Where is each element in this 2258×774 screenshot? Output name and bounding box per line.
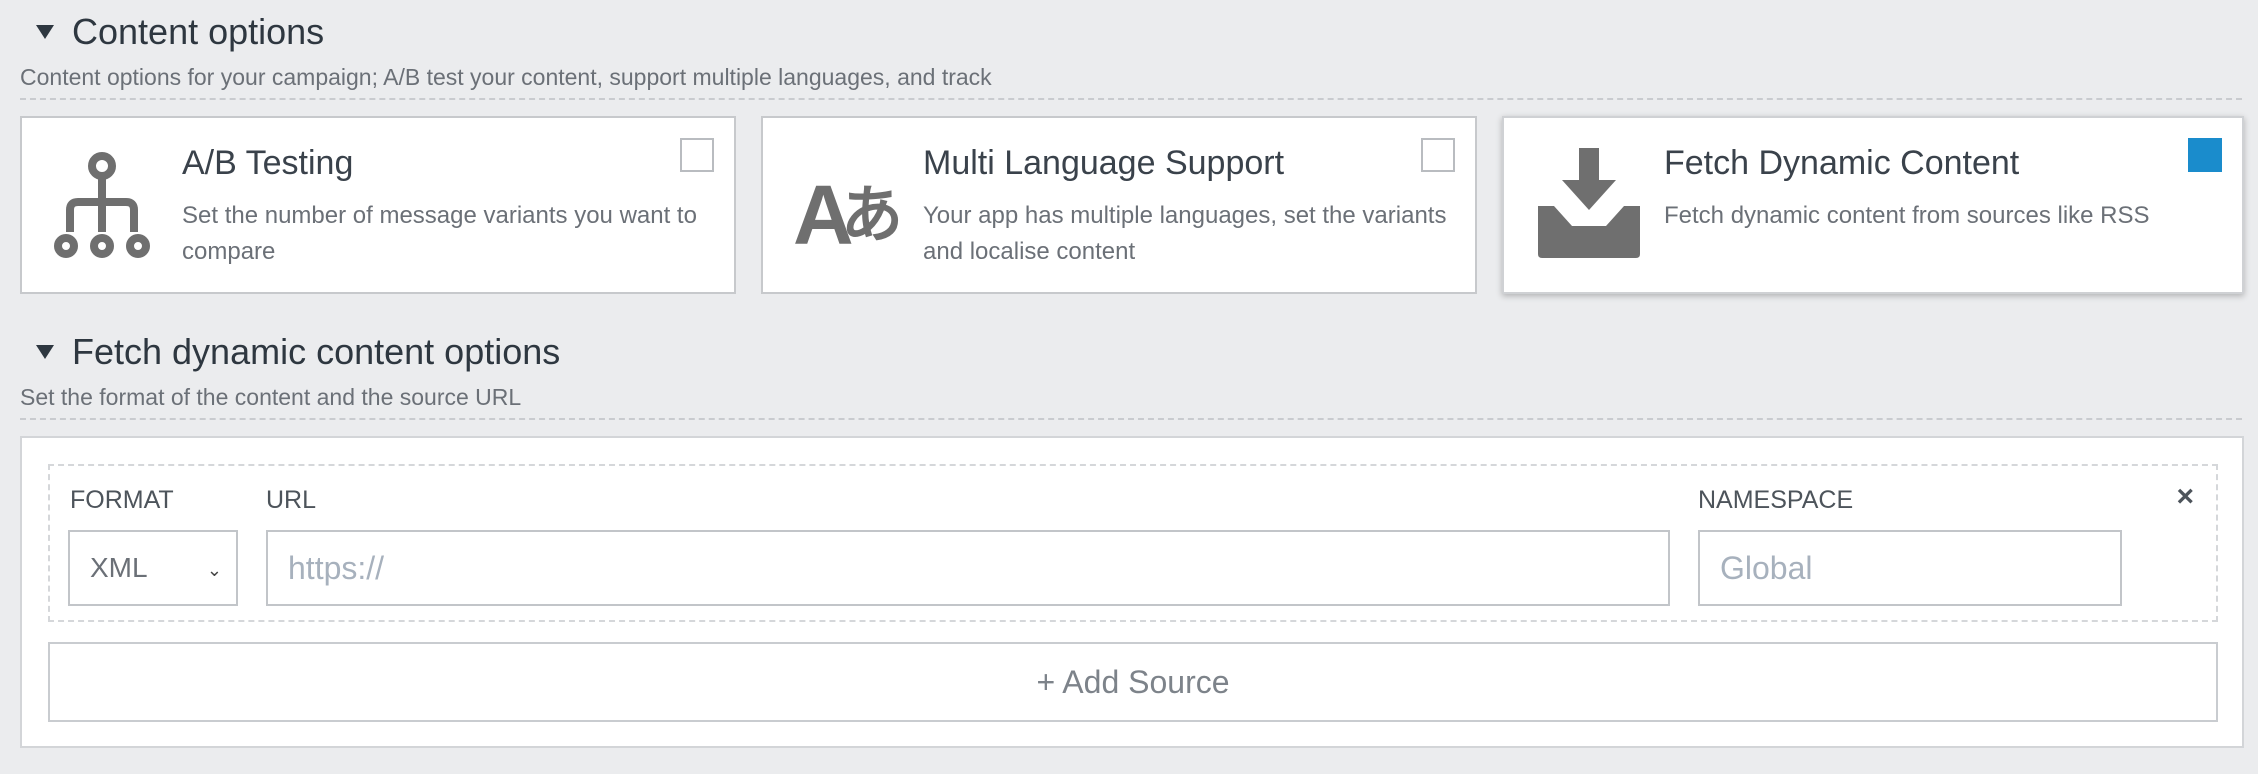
ab-testing-icon [54,152,150,258]
card-description: Set the number of message variants you w… [182,202,697,265]
add-source-button[interactable]: + Add Source [48,642,2218,722]
caret-down-icon [36,25,54,39]
content-options-toggle[interactable]: Content options [20,14,992,50]
section-title: Content options [72,11,325,52]
fetch-dynamic-content-checkbox[interactable] [2188,138,2222,172]
content-options-header: Content options Content options for your… [20,14,992,91]
chevron-down-icon: ⌄ [206,560,222,580]
divider [20,98,2242,100]
fetch-options-header: Fetch dynamic content options Set the fo… [20,334,560,411]
section-description: Set the format of the content and the so… [20,384,522,410]
format-select-value: XML [90,552,148,583]
card-title: A/B Testing [182,144,354,182]
card-ab-testing[interactable]: A/B Testing Set the number of message va… [20,116,736,294]
multi-language-checkbox[interactable] [1421,138,1455,172]
namespace-input[interactable] [1698,530,2122,606]
divider [20,418,2242,420]
language-icon-kana: あ [841,178,903,251]
caret-down-icon [36,345,54,359]
source-row: FORMAT URL NAMESPACE XML ⌄ × [48,464,2218,622]
remove-source-button[interactable]: × [2176,482,2194,512]
ab-testing-checkbox[interactable] [680,138,714,172]
card-multi-language[interactable]: A あ Multi Language Support Your app has … [761,116,1477,294]
url-input[interactable] [266,530,1670,606]
card-title: Fetch Dynamic Content [1664,144,2020,182]
format-label: FORMAT [70,486,174,514]
namespace-label: NAMESPACE [1698,486,1854,514]
fetch-options-toggle[interactable]: Fetch dynamic content options [20,334,560,370]
section-title: Fetch dynamic content options [72,331,561,372]
card-title: Multi Language Support [923,144,1285,182]
card-description: Fetch dynamic content from sources like … [1664,202,2150,229]
inbox-download-icon [1538,148,1640,258]
card-fetch-dynamic-content[interactable]: Fetch Dynamic Content Fetch dynamic cont… [1502,116,2244,294]
section-description: Content options for your campaign; A/B t… [20,64,992,90]
language-icon: A あ [793,168,903,262]
card-description: Your app has multiple languages, set the… [923,202,1447,265]
fetch-sources-panel: FORMAT URL NAMESPACE XML ⌄ × + Add Sourc… [20,436,2244,748]
format-select[interactable]: XML ⌄ [68,530,238,606]
url-label: URL [266,486,317,514]
